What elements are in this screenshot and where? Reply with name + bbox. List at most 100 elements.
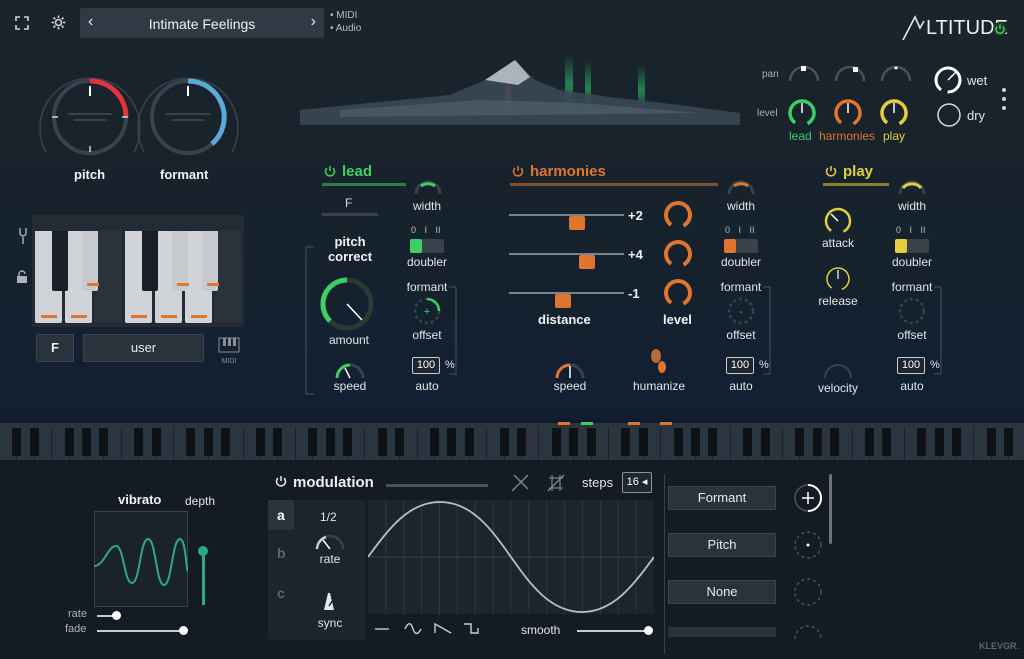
piano-black-key[interactable] (499, 428, 509, 456)
square-shape-icon[interactable] (463, 621, 481, 635)
piano-black-key[interactable] (273, 428, 283, 456)
piano-black-key[interactable] (934, 428, 944, 456)
mod-target-3[interactable]: None (668, 580, 776, 604)
harmonies-level-knob[interactable] (832, 97, 864, 129)
piano-black-key[interactable] (551, 428, 561, 456)
harmonies-power-icon[interactable] (511, 164, 525, 178)
black-key[interactable] (172, 231, 188, 291)
piano-black-key[interactable] (203, 428, 213, 456)
piano-black-key[interactable] (12, 428, 22, 456)
randomize-icon[interactable] (545, 472, 567, 494)
piano-black-key[interactable] (1004, 428, 1014, 456)
black-key[interactable] (52, 231, 68, 291)
piano-black-key[interactable] (952, 428, 961, 456)
black-key[interactable] (142, 231, 158, 291)
mod-target-2[interactable]: Pitch (668, 533, 776, 557)
harmonies-auto-field[interactable]: 100 (726, 357, 754, 374)
voice3-slider-handle[interactable] (555, 294, 571, 308)
piano-black-key[interactable] (64, 428, 74, 456)
piano-black-key[interactable] (464, 428, 474, 456)
piano-black-key[interactable] (586, 428, 596, 456)
footprint-icon[interactable] (648, 347, 670, 375)
voice2-distance-slider[interactable] (509, 253, 624, 255)
velocity-knob[interactable] (821, 360, 855, 380)
harmonies-offset-knob[interactable]: - (725, 295, 757, 327)
piano-black-key[interactable] (325, 428, 335, 456)
play-power-icon[interactable] (824, 164, 838, 178)
mod-amount-knob-1[interactable] (792, 482, 824, 514)
piano-black-key[interactable] (882, 428, 892, 456)
play-level-knob[interactable] (878, 97, 910, 129)
piano-black-key[interactable] (795, 428, 805, 456)
piano-black-key[interactable] (569, 428, 579, 456)
audio-mode-option[interactable]: • Audio (330, 23, 361, 34)
mod-target-4[interactable] (668, 627, 776, 637)
attack-knob[interactable] (822, 205, 854, 237)
piano-black-key[interactable] (917, 428, 927, 456)
harmonies-doubler-toggle[interactable] (724, 239, 758, 253)
modulation-power-icon[interactable] (274, 474, 288, 488)
piano-black-key[interactable] (638, 428, 648, 456)
piano-black-key[interactable] (986, 428, 996, 456)
lead-level-knob[interactable] (786, 97, 818, 129)
piano-black-key[interactable] (830, 428, 840, 456)
clear-pattern-icon[interactable] (509, 472, 531, 494)
voice1-level-knob[interactable] (662, 199, 694, 231)
piano-black-key[interactable] (377, 428, 387, 456)
dry-knob[interactable] (934, 100, 964, 130)
preset-browser[interactable]: ‹ Intimate Feelings › (80, 8, 324, 38)
mod-amount-knob-2[interactable] (792, 529, 824, 561)
piano-black-key[interactable] (82, 428, 91, 456)
black-key[interactable] (202, 231, 218, 291)
piano-black-key[interactable] (99, 428, 109, 456)
piano-black-key[interactable] (29, 428, 39, 456)
play-doubler-toggle[interactable] (895, 239, 929, 253)
lead-doubler-toggle[interactable] (410, 239, 444, 253)
piano-black-key[interactable] (430, 428, 439, 456)
formant-knob[interactable] (126, 70, 250, 170)
ramp-shape-icon[interactable] (434, 621, 452, 635)
scale-select-button[interactable]: user (83, 334, 204, 362)
piano-black-key[interactable] (343, 428, 352, 456)
vibrato-fade-handle[interactable] (179, 626, 188, 635)
piano-black-key[interactable] (447, 428, 457, 456)
lead-pan-knob[interactable] (787, 64, 821, 84)
piano-black-key[interactable] (221, 428, 231, 456)
piano-black-key[interactable] (151, 428, 161, 456)
white-key[interactable] (95, 231, 122, 323)
vibrato-fade-slider[interactable] (97, 630, 183, 632)
piano-black-key[interactable] (865, 428, 874, 456)
piano-black-key[interactable] (691, 428, 700, 456)
fullscreen-icon[interactable] (14, 15, 30, 31)
power-icon[interactable] (992, 21, 1008, 37)
play-pan-knob[interactable] (879, 64, 913, 84)
piano-black-key[interactable] (134, 428, 144, 456)
mod-amount-knob-3[interactable] (792, 576, 824, 608)
wet-knob[interactable] (932, 64, 964, 96)
release-knob[interactable] (822, 263, 854, 295)
mod-amount-knob-4[interactable] (792, 623, 824, 639)
metronome-icon[interactable] (319, 590, 339, 612)
targets-scrollbar[interactable] (829, 474, 832, 544)
smooth-slider[interactable] (577, 630, 647, 632)
piano-black-key[interactable] (673, 428, 683, 456)
smooth-slider-handle[interactable] (644, 626, 653, 635)
voice1-slider-handle[interactable] (569, 216, 585, 230)
midi-mode-option[interactable]: • MIDI (330, 10, 357, 21)
piano-black-key[interactable] (395, 428, 405, 456)
gear-icon[interactable] (50, 14, 67, 31)
lead-power-icon[interactable] (323, 164, 337, 178)
vibrato-rate-handle[interactable] (112, 611, 121, 620)
piano-black-key[interactable] (812, 428, 822, 456)
flat-shape-icon[interactable] (374, 621, 390, 635)
depth-slider[interactable] (202, 551, 205, 605)
midi-keyboard-icon[interactable]: MIDI (218, 337, 240, 365)
key-selector-keyboard[interactable] (32, 215, 244, 327)
tuning-fork-icon[interactable] (17, 226, 29, 246)
more-menu-icon[interactable] (1000, 86, 1008, 112)
mod-rate-knob[interactable] (313, 531, 347, 551)
piano-black-key[interactable] (186, 428, 196, 456)
harmonies-speed-knob[interactable] (553, 360, 587, 380)
voice3-level-knob[interactable] (662, 277, 694, 309)
mod-tab-c[interactable]: c (277, 585, 285, 601)
